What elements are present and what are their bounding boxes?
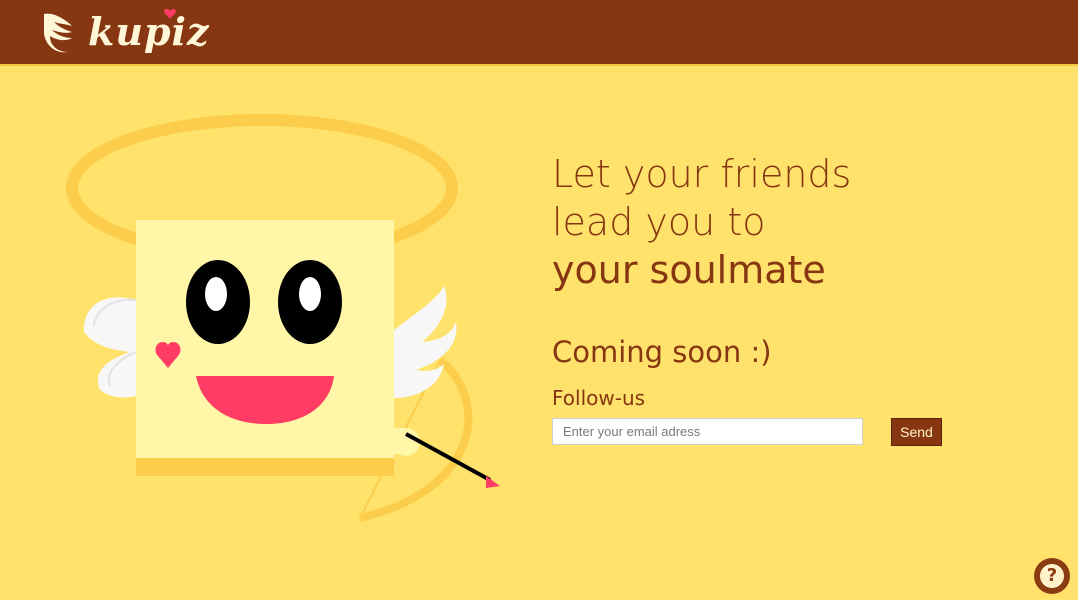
brand-name: kupiz: [88, 9, 210, 54]
kupiz-logo[interactable]: kupiz: [40, 6, 210, 58]
question-icon: ?: [1040, 564, 1064, 588]
hero-copy: Let your friends lead you to your soulma…: [552, 150, 851, 294]
heart-icon: [164, 9, 176, 19]
email-input[interactable]: [552, 418, 863, 445]
headline-line-2: lead you to: [552, 200, 766, 244]
wing-logo-icon: [44, 13, 72, 53]
arrow-tip: [486, 476, 500, 488]
hero-headline: Let your friends lead you to your soulma…: [552, 150, 851, 294]
send-button[interactable]: Send: [891, 418, 942, 446]
top-navbar: kupiz: [0, 0, 1078, 66]
coming-soon-text: Coming soon :): [552, 335, 772, 369]
help-button[interactable]: ?: [1034, 558, 1070, 594]
follow-us-label: Follow-us: [552, 386, 646, 410]
right-wing: [394, 286, 457, 398]
cupid-mascot-illustration: [66, 114, 500, 522]
headline-line-1: Let your friends: [552, 152, 852, 196]
headline-emphasis: your soulmate: [552, 248, 826, 292]
